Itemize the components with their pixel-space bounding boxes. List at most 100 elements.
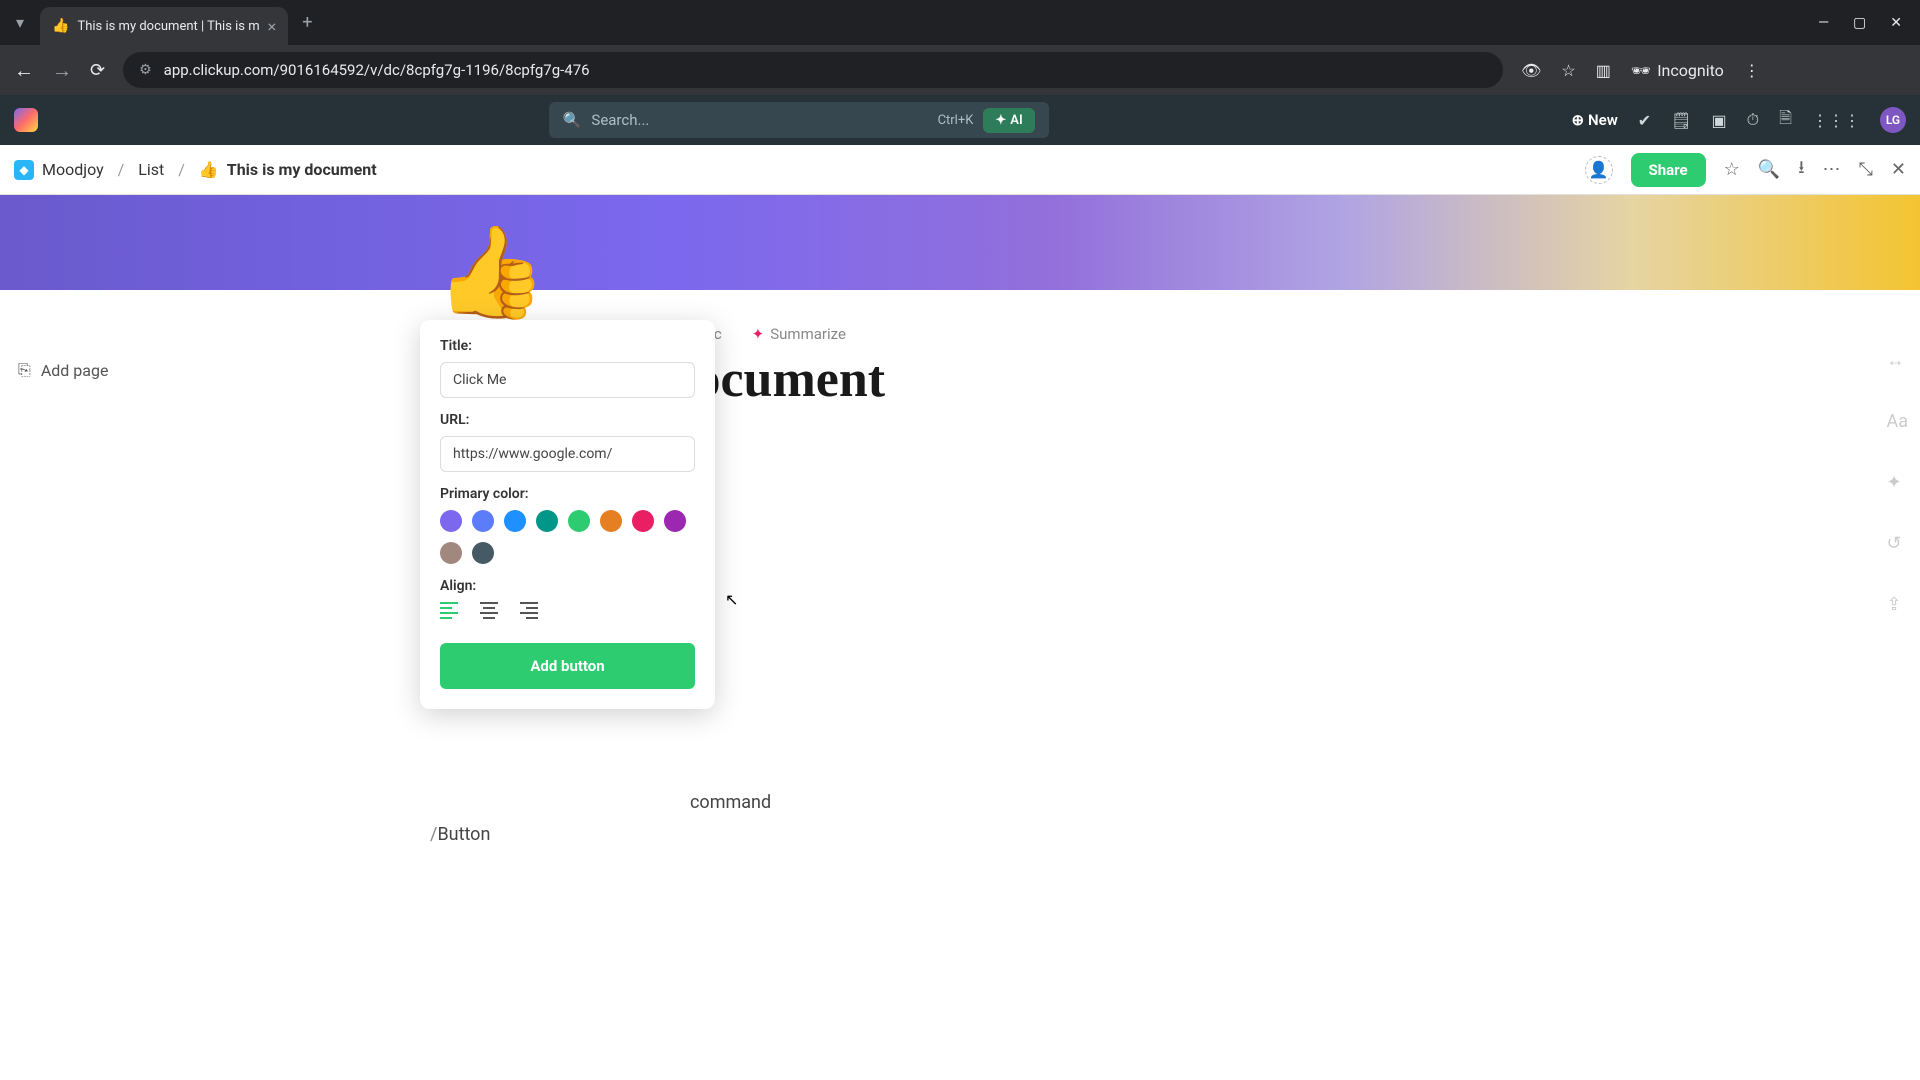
breadcrumb-bar: ◆ Moodjoy / List / 👍 This is my document… [0,145,1920,195]
incognito-label: Incognito [1657,61,1724,80]
doc-body[interactable]: command /Button [430,787,1920,852]
video-icon[interactable]: ▣ [1712,111,1727,130]
slash-button-line: /Button [430,819,1920,851]
incognito-icon: 🕶 [1631,61,1651,80]
address-bar[interactable]: ⚙ app.clickup.com/9016164592/v/dc/8cpfg7… [123,52,1503,88]
color-swatch[interactable] [600,510,622,532]
search-placeholder: Search... [591,111,927,129]
color-swatch[interactable] [536,510,558,532]
doc-emoji-icon[interactable]: 👍 [435,220,547,325]
breadcrumb-workspace[interactable]: Moodjoy [42,160,104,179]
align-label: Align: [440,578,695,594]
panel-icon[interactable]: ▥ [1596,61,1611,80]
doc-icon[interactable]: 🗎 [1779,107,1792,134]
tab-favicon-icon: 👍 [52,18,69,34]
doc-title[interactable]: locument [680,350,1920,409]
doc-sidebar: ⎘ Add page [0,290,280,1080]
notepad-icon[interactable]: 🗒 [1671,111,1691,130]
color-swatch[interactable] [664,510,686,532]
color-swatch[interactable] [440,542,462,564]
clock-icon[interactable]: ⏱ [1747,110,1759,130]
export-icon[interactable]: ⇪ [1886,594,1908,615]
sparkle-icon: ✦ [752,325,765,343]
color-swatch[interactable] [472,542,494,564]
summarize-label: Summarize [770,325,846,343]
add-page-icon: ⎘ [18,360,31,380]
color-swatch[interactable] [440,510,462,532]
button-word: Button [437,824,490,845]
new-button[interactable]: ⊕ New [1571,111,1617,129]
history-icon[interactable]: ↺ [1886,533,1908,554]
new-label: New [1588,111,1618,129]
close-tab-icon[interactable]: × [268,17,277,36]
search-doc-icon[interactable]: 🔍 [1758,159,1780,180]
button-config-popup: Title: URL: Primary color: Align: [420,320,715,709]
maximize-icon[interactable]: ▢ [1853,15,1866,31]
color-swatch[interactable] [472,510,494,532]
ai-label: AI [1010,113,1022,128]
url-text: app.clickup.com/9016164592/v/dc/8cpfg7g-… [164,61,1487,79]
eye-off-icon[interactable]: 👁 [1521,61,1541,80]
more-icon[interactable]: ⋯ [1823,159,1841,180]
color-swatch[interactable] [504,510,526,532]
add-button-submit[interactable]: Add button [440,643,695,689]
browser-tab-strip: ▾ 👍 This is my document | This is m × + … [0,0,1920,45]
global-search[interactable]: 🔍 Search... Ctrl+K ✦ AI [549,102,1049,138]
doc-owner-icon[interactable]: 👤 [1585,156,1613,184]
align-right-button[interactable] [520,602,538,619]
close-window-icon[interactable]: ✕ [1890,15,1902,31]
color-swatches [440,510,695,564]
title-input[interactable] [440,362,695,398]
favorite-star-icon[interactable]: ☆ [1724,159,1740,180]
app-header: 🔍 Search... Ctrl+K ✦ AI ⊕ New ✔ 🗒 ▣ ⏱ 🗎 … [0,95,1920,145]
forward-icon[interactable]: → [52,58,72,83]
summarize-action[interactable]: ✦ Summarize [752,325,846,343]
plus-icon: ⊕ [1571,111,1584,129]
breadcrumb-doc-name[interactable]: This is my document [227,160,377,179]
browser-menu-icon[interactable]: ⋮ [1744,61,1760,80]
grid-icon[interactable]: ⋮⋮⋮ [1812,111,1860,130]
window-controls: — ▢ ✕ [1818,15,1920,31]
bookmark-star-icon[interactable]: ☆ [1561,61,1575,80]
back-icon[interactable]: ← [14,58,34,83]
color-swatch[interactable] [632,510,654,532]
width-toggle-icon[interactable]: ↔ [1886,350,1908,371]
color-label: Primary color: [440,486,695,502]
download-icon[interactable]: ⭳ [1798,155,1804,185]
share-button[interactable]: Share [1631,153,1706,187]
reload-icon[interactable]: ⟳ [90,60,105,81]
doc-content: 👍 💬 Add comment ✦ Link to task or Doc ✦ … [280,290,1920,1080]
collapse-icon[interactable]: ⤡ [1859,159,1873,180]
align-options [440,602,695,619]
close-doc-icon[interactable]: ✕ [1891,159,1906,180]
right-rail: ↔ Aa ✦ ↺ ⇪ [1886,350,1908,615]
workspace-icon[interactable]: ◆ [14,160,34,180]
font-style-icon[interactable]: Aa [1886,411,1908,432]
align-left-button[interactable] [440,602,458,619]
app-actions: ⊕ New ✔ 🗒 ▣ ⏱ 🗎 ⋮⋮⋮ LG [1571,107,1906,134]
search-icon: 🔍 [563,111,582,129]
site-settings-icon[interactable]: ⚙ [139,62,152,78]
add-page-button[interactable]: ⎘ Add page [18,360,262,380]
title-label: Title: [440,338,695,354]
ai-button[interactable]: ✦ AI [983,108,1034,133]
new-tab-button[interactable]: + [288,12,326,33]
breadcrumb-sep: / [118,160,125,179]
cover-banner[interactable] [0,195,1920,290]
doc-meta: 39 [680,439,1920,457]
minimize-icon[interactable]: — [1818,15,1829,31]
ai-wand-icon[interactable]: ✦ [1886,472,1908,493]
align-center-button[interactable] [480,602,498,619]
breadcrumb-list[interactable]: List [138,160,164,179]
tab-list-dropdown[interactable]: ▾ [0,0,40,45]
avatar[interactable]: LG [1880,107,1906,133]
url-input[interactable] [440,436,695,472]
command-line: command [690,787,1920,819]
cursor-icon: ↖ [725,590,738,609]
color-swatch[interactable] [568,510,590,532]
check-circle-icon[interactable]: ✔ [1638,111,1651,130]
app-logo-icon[interactable] [14,108,38,132]
breadcrumb-sep: / [178,160,185,179]
incognito-indicator[interactable]: 🕶 Incognito [1631,61,1724,80]
browser-tab[interactable]: 👍 This is my document | This is m × [40,7,288,45]
